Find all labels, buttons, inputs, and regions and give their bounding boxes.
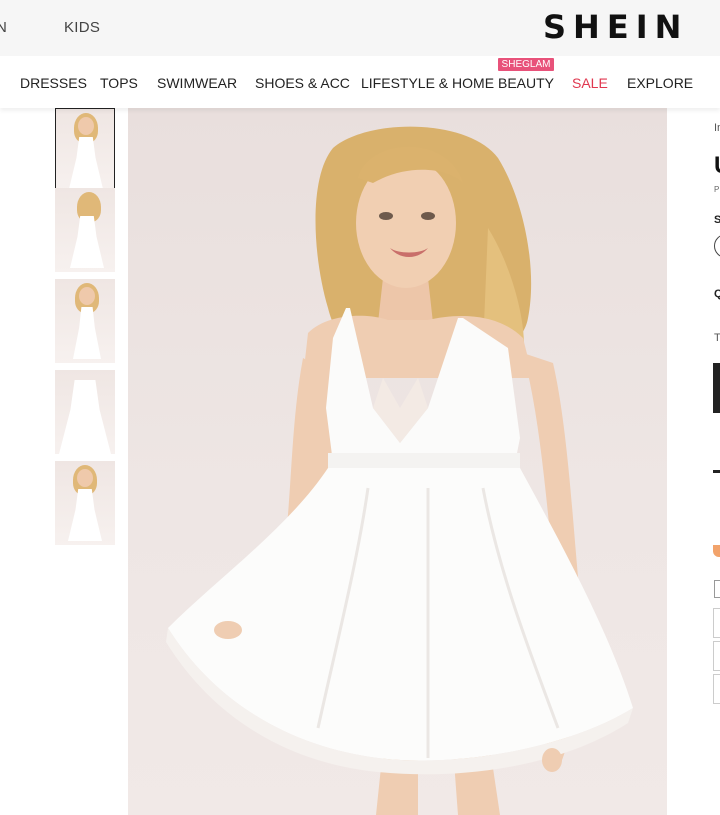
promo-banner[interactable]: [713, 545, 720, 557]
product-title: U: [714, 152, 720, 180]
info-row[interactable]: [713, 674, 720, 704]
product-thumbnail[interactable]: [55, 370, 115, 454]
section-divider: [713, 470, 720, 473]
info-line-t: T: [714, 332, 720, 344]
category-tops[interactable]: TOPS: [100, 75, 138, 91]
model-illustration: [166, 126, 633, 815]
info-line: In: [714, 122, 720, 134]
quantity-label: Q: [714, 288, 720, 300]
category-lifestyle-home[interactable]: LIFESTYLE & HOME: [361, 75, 494, 91]
product-thumbnail[interactable]: [55, 279, 115, 363]
info-small-text: P: [714, 185, 720, 194]
main-product-image[interactable]: [128, 108, 667, 815]
info-row[interactable]: [713, 608, 720, 638]
product-info-panel: In U P S Q T: [712, 108, 720, 815]
shein-logo[interactable]: SHEIN: [543, 8, 688, 46]
product-thumbnail[interactable]: [55, 461, 115, 545]
top-nav-link-cut[interactable]: N: [0, 19, 7, 36]
category-explore[interactable]: EXPLORE: [627, 75, 693, 91]
product-thumbnail[interactable]: [55, 108, 115, 192]
product-thumbnail[interactable]: [55, 188, 115, 272]
size-label: S: [714, 214, 720, 226]
category-swimwear[interactable]: SWIMWEAR: [157, 75, 237, 91]
sheglam-badge: SHEGLAM: [498, 58, 554, 71]
add-to-bag-button[interactable]: [713, 363, 720, 413]
top-nav-link-kids[interactable]: KIDS: [64, 19, 100, 36]
category-beauty[interactable]: BEAUTY: [498, 75, 554, 91]
option-checkbox[interactable]: [714, 580, 720, 598]
category-shoes-acc[interactable]: SHOES & ACC: [255, 75, 350, 91]
info-row[interactable]: [713, 641, 720, 671]
color-swatch[interactable]: [714, 234, 720, 258]
category-nav: DRESSES TOPS SWIMWEAR SHOES & ACC LIFEST…: [0, 56, 720, 108]
category-sale[interactable]: SALE: [572, 75, 608, 91]
category-dresses[interactable]: DRESSES: [20, 75, 87, 91]
top-bar: N KIDS SHEIN: [0, 0, 720, 56]
